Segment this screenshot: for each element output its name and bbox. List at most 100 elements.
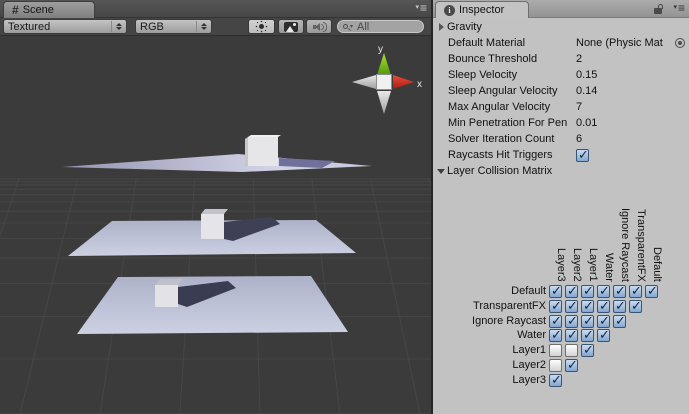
matrix-checkbox-default-x-layer1[interactable] [581,285,594,298]
property-row-raycasts-hit-triggers: Raycasts Hit Triggers [433,147,689,163]
magnifier-icon [343,24,348,29]
chevron-down-icon: ▾ [415,3,419,13]
color-mode-dropdown[interactable]: RGB [135,19,212,34]
matrix-checkbox-transparentfx-x-layer2[interactable] [565,300,578,313]
color-mode-label: RGB [140,21,164,33]
matrix-column-label-layer1: Layer1 [583,248,599,282]
matrix-row-layer1: Layer1 [433,343,689,357]
tab-scene[interactable]: # Scene [3,1,95,18]
property-value[interactable]: 2 [576,53,582,65]
property-label: Default Material [448,37,576,49]
matrix-row-label: Layer1 [433,344,549,356]
physics-properties: GravityDefault MaterialNone (Physic MatB… [433,19,689,179]
matrix-column-label-water: Water [599,253,615,282]
property-value[interactable]: 6 [576,133,582,145]
dropdown-arrows-icon [111,21,122,32]
object-field-value[interactable]: None (Physic Mat [576,37,663,49]
scene-toolbar: Textured RGB ▾ All [0,18,431,36]
matrix-row-layer3: Layer3 [433,373,689,387]
gizmo-x-label: x [417,79,422,90]
property-value[interactable]: 0.15 [576,69,597,81]
matrix-checkbox-water-x-layer3[interactable] [549,329,562,342]
cube-middle[interactable] [201,214,224,239]
draw-mode-dropdown[interactable]: Textured [3,19,127,34]
matrix-row-label: Ignore Raycast [433,315,549,327]
matrix-column-label-default: Default [647,247,663,282]
matrix-checkbox-transparentfx-x-transparentfx[interactable] [629,300,642,313]
matrix-row-label: Layer2 [433,359,549,371]
matrix-checkbox-transparentfx-x-layer1[interactable] [581,300,594,313]
cube-middle-top-face [201,209,228,214]
scene-panel-menu-icon[interactable]: ▾ ≡ [415,3,427,13]
matrix-checkbox-default-x-transparentfx[interactable] [629,285,642,298]
property-row-min-penetration-for-pen: Min Penetration For Pen0.01 [433,115,689,131]
property-label: Solver Iteration Count [448,133,576,145]
property-row-max-angular-velocity: Max Angular Velocity7 [433,99,689,115]
checkbox-raycasts-hit-triggers[interactable] [576,149,589,162]
gizmo-y-label: y [378,44,383,55]
draw-mode-label: Textured [8,21,50,33]
matrix-checkbox-default-x-layer3[interactable] [549,285,562,298]
property-row-solver-iteration-count: Solver Iteration Count6 [433,131,689,147]
matrix-checkbox-default-x-layer2[interactable] [565,285,578,298]
cube-bottom[interactable] [155,285,178,307]
unity-editor-window: # Scene ▾ ≡ Textured RGB [0,0,689,414]
cube-top-top-face [248,135,281,137]
search-text: All [357,21,369,33]
menu-icon: ≡ [678,3,685,13]
tab-inspector[interactable]: i Inspector [435,1,529,18]
info-icon: i [444,5,455,16]
lock-icon[interactable] [653,4,665,15]
inspector-panel-menu-icon[interactable]: ▾ ≡ [673,3,685,13]
gizmo-center-cube[interactable] [377,75,392,90]
image-icon [284,22,298,32]
matrix-checkbox-transparentfx-x-water[interactable] [597,300,610,313]
matrix-checkbox-water-x-water[interactable] [597,329,610,342]
matrix-checkbox-default-x-ignore-raycast[interactable] [613,285,626,298]
cube-top[interactable] [248,137,278,166]
property-label: Sleep Angular Velocity [448,85,576,97]
matrix-column-label-layer3: Layer3 [551,248,567,282]
property-row-gravity: Gravity [433,19,689,35]
matrix-checkbox-layer1-x-layer2[interactable] [565,344,578,357]
matrix-checkbox-water-x-layer2[interactable] [565,329,578,342]
property-row-layer-collision-matrix: Layer Collision Matrix [433,163,689,179]
inspector-panel: i Inspector ▾ ≡ GravityDefault MaterialN… [433,0,689,414]
matrix-checkbox-transparentfx-x-layer3[interactable] [549,300,562,313]
foldout-arrow-icon[interactable] [435,23,447,31]
scene-panel: # Scene ▾ ≡ Textured RGB [0,0,431,414]
audio-toggle-button[interactable] [306,19,332,34]
object-picker-icon[interactable] [675,38,685,48]
matrix-checkbox-layer2-x-layer3[interactable] [549,359,562,372]
matrix-checkbox-ignore raycast-x-ignore-raycast[interactable] [613,315,626,328]
matrix-row-transparentfx: TransparentFX [433,299,689,313]
inspector-tab-label: Inspector [459,4,504,16]
matrix-checkbox-water-x-layer1[interactable] [581,329,594,342]
matrix-checkbox-default-x-water[interactable] [597,285,610,298]
sun-icon [259,24,264,29]
lighting-toggle-button[interactable] [248,19,275,34]
search-input[interactable]: ▾ All [337,20,424,33]
property-value[interactable]: 0.14 [576,85,597,97]
matrix-row-label: Default [433,285,549,297]
speaker-icon [312,22,326,32]
foldout-arrow-icon[interactable] [435,169,447,174]
property-label: Min Penetration For Pen [448,117,576,129]
matrix-row-layer2: Layer2 [433,358,689,372]
dropdown-arrows-icon [196,21,207,32]
matrix-checkbox-layer2-x-layer2[interactable] [565,359,578,372]
matrix-checkbox-layer1-x-layer1[interactable] [581,344,594,357]
property-row-sleep-velocity: Sleep Velocity0.15 [433,67,689,83]
property-row-bounce-threshold: Bounce Threshold2 [433,51,689,67]
property-value[interactable]: 0.01 [576,117,597,129]
property-value[interactable]: 7 [576,101,582,113]
chevron-down-icon: ▾ [673,3,677,13]
matrix-checkbox-layer1-x-layer3[interactable] [549,344,562,357]
property-row-default-material: Default MaterialNone (Physic Mat [433,35,689,51]
matrix-row-label: TransparentFX [433,300,549,312]
matrix-checkbox-default-x-default[interactable] [645,285,658,298]
matrix-checkbox-layer3-x-layer3[interactable] [549,374,562,387]
scene-viewport[interactable]: y x [0,36,431,414]
render-effects-button[interactable] [278,19,304,34]
matrix-checkbox-transparentfx-x-ignore-raycast[interactable] [613,300,626,313]
